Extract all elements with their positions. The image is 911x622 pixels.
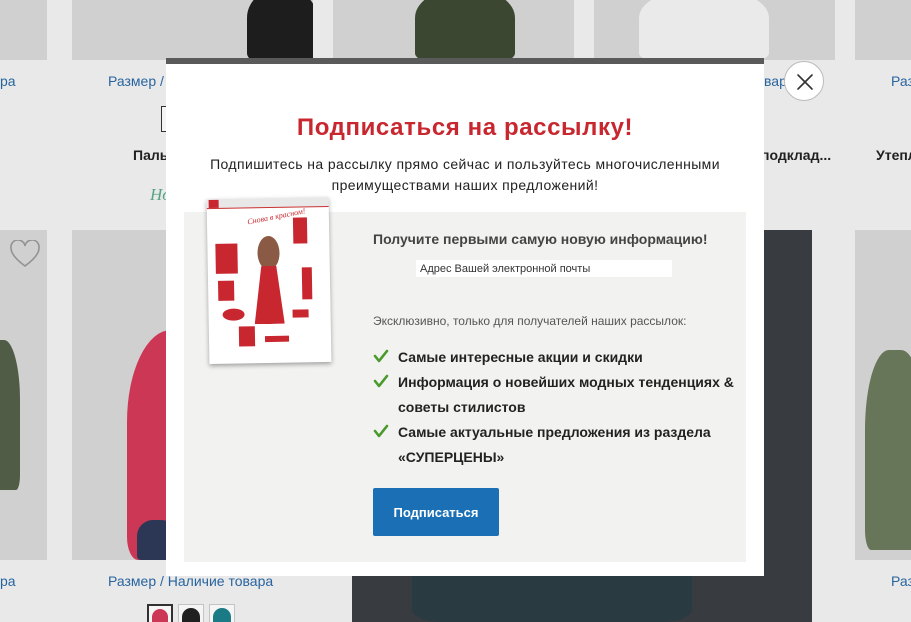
modal-subtitle: Подпишитесь на рассылку прямо сейчас и п… xyxy=(210,156,720,193)
newsletter-modal: Подписаться на рассылку! Подпишитесь на … xyxy=(166,58,764,576)
modal-title: Подписаться на рассылку! xyxy=(296,114,634,141)
benefit-text: Информация о новейших модных тенденциях … xyxy=(398,374,734,415)
subscription-panel: Снова в красном! Получите первыми самую … xyxy=(184,196,746,562)
checkmark-icon xyxy=(373,374,389,388)
benefit-item: Информация о новейших модных тенденциях … xyxy=(373,370,743,420)
exclusive-text: Эксклюзивно, только для получателей наши… xyxy=(373,314,687,328)
benefit-text: Самые актуальные предложения из раздела … xyxy=(398,424,711,465)
close-button[interactable] xyxy=(784,61,824,101)
benefit-item: Самые актуальные предложения из раздела … xyxy=(373,420,743,470)
checkmark-icon xyxy=(373,349,389,363)
benefit-text: Самые интересные акции и скидки xyxy=(398,349,643,365)
subscribe-button[interactable]: Подписаться xyxy=(373,488,499,536)
info-heading: Получите первыми самую новую информацию! xyxy=(373,231,708,247)
email-input[interactable] xyxy=(416,260,672,277)
benefits-list: Самые интересные акции и скидки Информац… xyxy=(373,345,743,470)
catalog-cover-image: Снова в красном! xyxy=(206,196,332,365)
close-icon xyxy=(797,74,813,90)
benefit-item: Самые интересные акции и скидки xyxy=(373,345,743,370)
checkmark-icon xyxy=(373,424,389,438)
